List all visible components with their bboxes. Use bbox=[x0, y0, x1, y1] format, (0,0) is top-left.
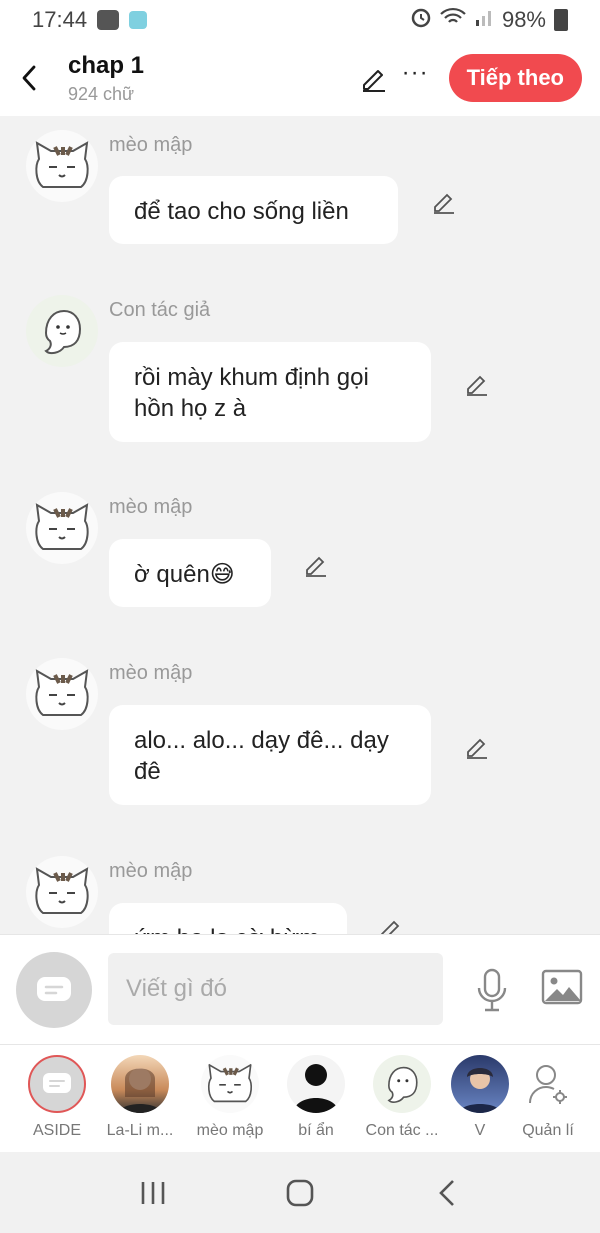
character-label: Quản lí bbox=[522, 1122, 574, 1139]
character-lali[interactable]: La-Li m... bbox=[100, 1055, 180, 1140]
cat-avatar-icon bbox=[35, 141, 89, 188]
voice-input-button[interactable] bbox=[472, 967, 512, 1013]
pencil-icon bbox=[306, 556, 326, 577]
pencil-icon bbox=[434, 193, 454, 214]
more-options-button[interactable]: ··· bbox=[402, 61, 429, 95]
app-notification-icon bbox=[129, 11, 148, 29]
message-bubble[interactable]: ứm be lo cờ hừm bbox=[109, 903, 347, 934]
edit-message-button[interactable] bbox=[462, 732, 492, 762]
home-button[interactable] bbox=[275, 1168, 325, 1218]
title-block: chap 1 924 chữ bbox=[68, 52, 144, 105]
chat-bubble-icon bbox=[37, 977, 71, 1001]
message-author: Con tác giả bbox=[109, 299, 211, 321]
header-actions: ··· Tiếp theo bbox=[356, 54, 582, 102]
character-meo-map[interactable]: mèo mập bbox=[190, 1055, 270, 1140]
system-nav-bar bbox=[0, 1152, 600, 1233]
person-photo-icon bbox=[459, 1068, 501, 1113]
message-bubble[interactable]: alo... alo... dạy đê... dạy đê bbox=[109, 705, 431, 805]
character-label: ASIDE bbox=[32, 1122, 81, 1139]
avatar-meo-map[interactable] bbox=[26, 658, 98, 730]
composer-bar bbox=[0, 934, 600, 1044]
avatar-meo-map[interactable] bbox=[26, 130, 98, 202]
status-right: 98% bbox=[410, 6, 568, 34]
pencil-icon bbox=[467, 738, 487, 759]
microphone-icon bbox=[477, 968, 507, 1012]
chat-area[interactable]: mèo mập để tao cho sống liền Con tác giả… bbox=[0, 116, 600, 934]
chapter-title: chap 1 bbox=[68, 51, 145, 79]
message-author: mèo mập bbox=[109, 662, 193, 684]
message-author: mèo mập bbox=[109, 860, 193, 882]
character-v[interactable]: V bbox=[450, 1055, 510, 1140]
character-aside[interactable]: ASIDE bbox=[17, 1055, 97, 1140]
manage-avatar bbox=[519, 1055, 577, 1113]
character-label: mèo mập bbox=[196, 1122, 264, 1139]
character-bar: ASIDE La-Li m... mèo mập bí ẩn Con tác .… bbox=[0, 1044, 600, 1152]
image-icon bbox=[541, 969, 583, 1005]
edit-message-button[interactable] bbox=[301, 550, 331, 580]
status-bar: 17:44 98% bbox=[0, 0, 600, 40]
character-label: Con tác ... bbox=[365, 1122, 439, 1139]
avatar-meo-map[interactable] bbox=[26, 492, 98, 564]
screen-record-icon bbox=[97, 10, 120, 30]
message-bubble[interactable]: rồi mày khum định gọi hồn họ z à bbox=[109, 342, 431, 442]
chevron-left-icon bbox=[438, 1179, 454, 1206]
mystery-silhouette-icon bbox=[293, 1064, 339, 1113]
person-photo-icon bbox=[119, 1068, 161, 1113]
alarm-icon bbox=[410, 6, 432, 34]
edit-message-button[interactable] bbox=[376, 914, 406, 934]
aside-toggle-button[interactable] bbox=[16, 952, 92, 1028]
signal-icon bbox=[474, 7, 494, 33]
recents-icon bbox=[142, 1181, 165, 1204]
chat-bubble-icon bbox=[43, 1073, 71, 1093]
pencil-icon bbox=[381, 920, 400, 934]
avatar bbox=[111, 1055, 169, 1113]
character-label: bí ẩn bbox=[298, 1122, 334, 1139]
aside-avatar bbox=[28, 1055, 86, 1113]
manage-characters-button[interactable]: Quản lí bbox=[508, 1055, 588, 1140]
back-button[interactable] bbox=[14, 58, 44, 98]
status-left: 17:44 bbox=[32, 7, 148, 33]
character-con-tac-gia[interactable]: Con tác ... bbox=[362, 1055, 442, 1140]
chapter-header: chap 1 924 chữ ··· Tiếp theo bbox=[0, 40, 600, 116]
ghost-avatar-icon bbox=[387, 1066, 418, 1103]
character-bi-an[interactable]: bí ẩn bbox=[276, 1055, 356, 1140]
chevron-left-icon bbox=[22, 65, 36, 91]
message-author: mèo mập bbox=[109, 134, 193, 156]
ghost-avatar-icon bbox=[44, 309, 82, 355]
user-settings-icon bbox=[529, 1065, 567, 1104]
battery-icon bbox=[554, 9, 568, 31]
wifi-icon bbox=[440, 7, 466, 33]
character-label: La-Li m... bbox=[106, 1122, 174, 1139]
character-label: V bbox=[474, 1122, 486, 1139]
edit-message-button[interactable] bbox=[429, 187, 459, 217]
pencil-icon bbox=[362, 70, 385, 92]
battery-percent: 98% bbox=[501, 7, 546, 32]
avatar bbox=[373, 1055, 431, 1113]
recent-apps-button[interactable] bbox=[128, 1168, 178, 1218]
status-time: 17:44 bbox=[32, 7, 88, 32]
next-button[interactable]: Tiếp theo bbox=[448, 54, 582, 102]
avatar bbox=[201, 1055, 259, 1113]
word-count: 924 chữ bbox=[68, 83, 135, 104]
pencil-icon bbox=[467, 375, 487, 396]
cat-avatar-icon bbox=[35, 503, 89, 550]
avatar-con-tac-gia[interactable] bbox=[26, 295, 98, 367]
message-author: mèo mập bbox=[109, 496, 193, 518]
insert-image-button[interactable] bbox=[540, 967, 584, 1007]
message-bubble[interactable]: để tao cho sống liền bbox=[109, 176, 398, 244]
cat-avatar-icon bbox=[207, 1063, 253, 1103]
edit-message-button[interactable] bbox=[462, 369, 492, 399]
avatar bbox=[451, 1055, 509, 1113]
cat-avatar-icon bbox=[35, 669, 89, 716]
system-back-button[interactable] bbox=[422, 1168, 472, 1218]
home-icon bbox=[286, 1179, 314, 1206]
edit-title-button[interactable] bbox=[356, 60, 392, 96]
cat-avatar-icon bbox=[35, 867, 89, 914]
message-bubble[interactable]: ờ quên😅 bbox=[109, 539, 271, 607]
avatar bbox=[287, 1055, 345, 1113]
avatar-meo-map[interactable] bbox=[26, 856, 98, 928]
message-input[interactable] bbox=[108, 953, 443, 1025]
